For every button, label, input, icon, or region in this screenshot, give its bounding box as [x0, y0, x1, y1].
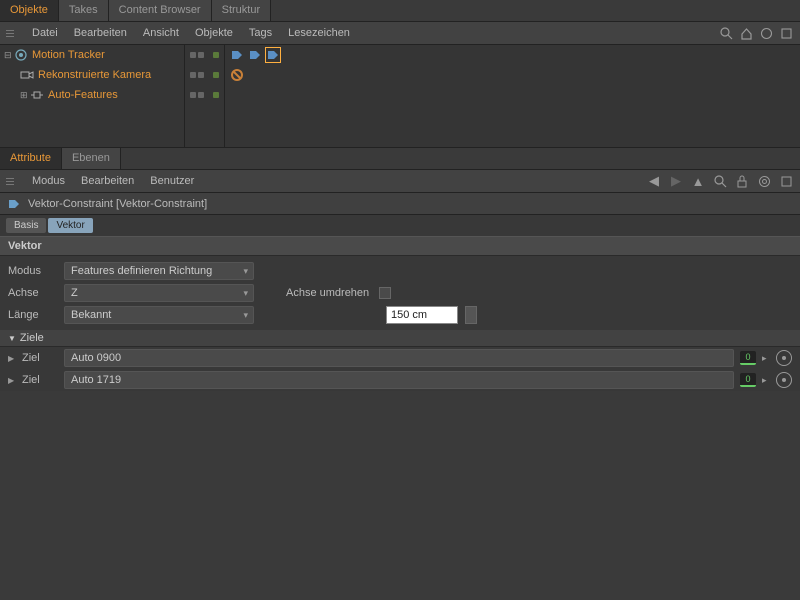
tag-icon[interactable]: [229, 47, 245, 63]
dropdown-achse[interactable]: Z: [64, 284, 254, 302]
label-ziel: Ziel: [22, 374, 58, 386]
search-icon[interactable]: [718, 25, 734, 41]
tree-expand-icon[interactable]: ⊞: [20, 90, 30, 101]
tab-takes[interactable]: Takes: [59, 0, 109, 21]
home-icon[interactable]: [738, 25, 754, 41]
menu-objekte[interactable]: Objekte: [187, 27, 241, 39]
chevron-right-icon[interactable]: ▶: [8, 354, 16, 363]
object-header: Vektor-Constraint [Vektor-Constraint]: [0, 193, 800, 215]
label-ziel: Ziel: [22, 352, 58, 364]
ziel-row: ▶ Ziel Auto 0900 0 ▸: [0, 347, 800, 369]
menu-tags[interactable]: Tags: [241, 27, 280, 39]
layer-column: [185, 45, 225, 147]
chevron-right-icon[interactable]: ▸: [762, 353, 770, 364]
menu-bearbeiten[interactable]: Bearbeiten: [66, 27, 135, 39]
visibility-dot[interactable]: [213, 92, 219, 98]
constraint-icon: [6, 196, 22, 212]
gear-icon[interactable]: [756, 173, 772, 189]
label-laenge: Länge: [8, 309, 58, 321]
tab-attribute[interactable]: Attribute: [0, 148, 62, 169]
tree-item-auto-features[interactable]: ⊞ Auto-Features: [0, 85, 184, 105]
tree-item-label: Motion Tracker: [32, 49, 105, 61]
anim-badge[interactable]: 0: [740, 373, 756, 387]
ziel-row: ▶ Ziel Auto 1719 0 ▸: [0, 369, 800, 391]
null-icon: [30, 88, 44, 102]
property-group: Modus Features definieren Richtung Achse…: [0, 256, 800, 330]
chevron-right-icon[interactable]: ▶: [8, 376, 16, 385]
tag-icon-selected[interactable]: [265, 47, 281, 63]
camera-icon: [20, 68, 34, 82]
drag-handle-icon[interactable]: [6, 30, 14, 37]
tree-item-motion-tracker[interactable]: ⊟ Motion Tracker: [0, 45, 184, 65]
label-achse: Achse: [8, 287, 58, 299]
menu-modus[interactable]: Modus: [24, 175, 73, 187]
section-header-ziele[interactable]: ▼ Ziele: [0, 330, 800, 347]
objects-menu-bar: Datei Bearbeiten Ansicht Objekte Tags Le…: [0, 22, 800, 45]
dropdown-laenge[interactable]: Bekannt: [64, 306, 254, 324]
tag-icon[interactable]: [247, 47, 263, 63]
chevron-right-icon[interactable]: ▸: [762, 375, 770, 386]
object-manager: ⊟ Motion Tracker Rekonstruierte Kamera ⊞…: [0, 45, 800, 148]
property-tab-bar: Basis Vektor: [0, 215, 800, 236]
tab-ebenen[interactable]: Ebenen: [62, 148, 121, 169]
tab-basis[interactable]: Basis: [6, 218, 46, 233]
tree-collapse-icon[interactable]: ⊟: [4, 50, 14, 61]
menu-ansicht[interactable]: Ansicht: [135, 27, 187, 39]
target-picker-icon[interactable]: [776, 372, 792, 388]
checkbox-achse-umdrehen[interactable]: [379, 287, 391, 299]
visibility-dot[interactable]: [213, 52, 219, 58]
label-achse-umdrehen: Achse umdrehen: [286, 287, 369, 299]
motion-tracker-icon: [14, 48, 28, 62]
tree-item-label: Rekonstruierte Kamera: [38, 69, 151, 81]
tag-column: [225, 45, 800, 147]
anim-badge[interactable]: 0: [740, 351, 756, 365]
function-icon[interactable]: [758, 25, 774, 41]
tab-struktur[interactable]: Struktur: [212, 0, 272, 21]
nav-up-icon[interactable]: ▲: [690, 173, 706, 189]
object-header-title: Vektor-Constraint [Vektor-Constraint]: [28, 198, 207, 210]
lock-icon[interactable]: [734, 173, 750, 189]
nav-forward-icon[interactable]: ▶: [668, 173, 684, 189]
drag-handle-icon[interactable]: [6, 178, 14, 185]
link-field-ziel-2[interactable]: Auto 1719: [64, 371, 734, 389]
search-icon[interactable]: [712, 173, 728, 189]
tree-item-camera[interactable]: Rekonstruierte Kamera: [0, 65, 184, 85]
target-picker-icon[interactable]: [776, 350, 792, 366]
object-tree: ⊟ Motion Tracker Rekonstruierte Kamera ⊞…: [0, 45, 185, 147]
spinner-length[interactable]: [465, 306, 477, 324]
visibility-dot[interactable]: [213, 72, 219, 78]
menu-benutzer[interactable]: Benutzer: [142, 175, 202, 187]
tab-content-browser[interactable]: Content Browser: [109, 0, 212, 21]
tag-prohibit-icon[interactable]: [229, 67, 245, 83]
attribute-menu-bar: Modus Bearbeiten Benutzer ◀ ▶ ▲: [0, 170, 800, 193]
label-modus: Modus: [8, 265, 58, 277]
input-length[interactable]: [386, 306, 458, 324]
dropdown-modus[interactable]: Features definieren Richtung: [64, 262, 254, 280]
menu-datei[interactable]: Datei: [24, 27, 66, 39]
tree-item-label: Auto-Features: [48, 89, 118, 101]
menu-lesezeichen[interactable]: Lesezeichen: [280, 27, 358, 39]
tab-vektor[interactable]: Vektor: [48, 218, 92, 233]
section-header-vektor: Vektor: [0, 236, 800, 256]
maximize-icon[interactable]: [778, 25, 794, 41]
maximize-icon[interactable]: [778, 173, 794, 189]
attribute-tab-bar: Attribute Ebenen: [0, 148, 800, 170]
top-tab-bar: Objekte Takes Content Browser Struktur: [0, 0, 800, 22]
menu-bearbeiten[interactable]: Bearbeiten: [73, 175, 142, 187]
link-field-ziel-1[interactable]: Auto 0900: [64, 349, 734, 367]
tab-objekte[interactable]: Objekte: [0, 0, 59, 21]
nav-back-icon[interactable]: ◀: [646, 173, 662, 189]
disclosure-icon: ▼: [8, 334, 16, 343]
